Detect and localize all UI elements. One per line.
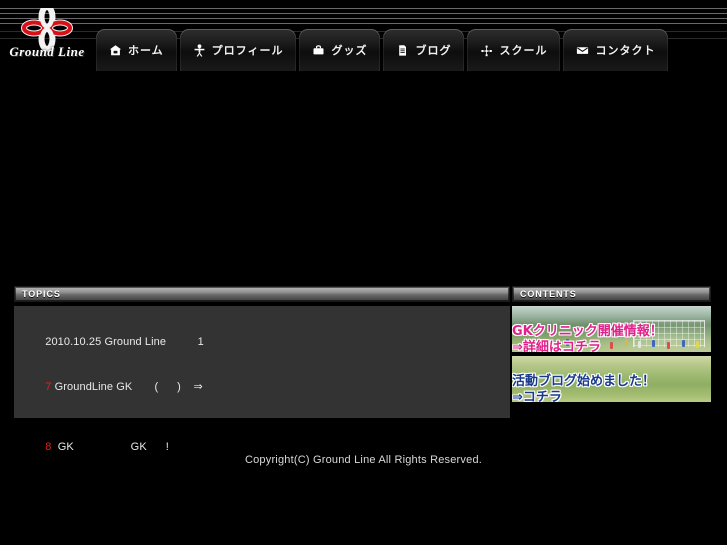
gk-clinic-banner-text: GKクリニック開催情報！ ⇒詳細はコチラ (512, 306, 711, 352)
main-stage-area (0, 76, 727, 280)
topics-title: TOPICS (22, 288, 61, 299)
bag-icon (312, 44, 325, 57)
site-logo-text: Ground Line (9, 44, 85, 59)
document-icon (396, 44, 409, 57)
nav-tab-school[interactable]: スクール (467, 29, 561, 71)
contents-panel: CONTENTS GKクリニック開催情報！ ⇒詳細はコチラ 活動ブログ始めました… (512, 286, 711, 402)
house-icon (109, 44, 122, 57)
banner-line-2: ⇒詳細はコチラ (512, 340, 601, 352)
site-logo[interactable]: Ground Line (4, 8, 90, 66)
nav-tab-contact[interactable]: コンタクト (563, 29, 669, 71)
banner-line-1: GKクリニック開催情報！ (512, 324, 663, 339)
topics-list-item[interactable]: 7 GroundLine GK ( ) ⇒ (20, 365, 510, 410)
topic-text: 2010.10.25 Ground Line 1 (45, 336, 204, 348)
nav-tab-label: ブログ (415, 43, 452, 57)
topics-panel: TOPICS 2010.10.25 Ground Line 1 7 Ground… (14, 286, 510, 453)
main-navigation: ホーム プロフィール グッズ ブログ スクール コンタクト (96, 29, 671, 71)
topics-header: TOPICS (14, 286, 510, 302)
nav-tab-label: グッズ (331, 43, 368, 57)
topics-list-item: 2010.10.25 Ground Line 1 (20, 320, 510, 365)
topic-text: GroundLine GK ( ) ⇒ (51, 381, 203, 393)
nav-tab-label: スクール (499, 43, 548, 57)
contents-header: CONTENTS (512, 286, 711, 302)
gk-clinic-banner[interactable]: GKクリニック開催情報！ ⇒詳細はコチラ (512, 306, 711, 352)
site-header: Ground Line ホーム プロフィール グッズ ブログ スクール コンタク… (0, 0, 727, 76)
contents-title: CONTENTS (520, 288, 577, 299)
nav-tab-label: コンタクト (595, 43, 656, 57)
network-icon (480, 44, 493, 57)
blog-banner[interactable]: 活動ブログ始めました！ ⇒コチラ (512, 356, 711, 402)
site-footer: Copyright(C) Ground Line All Rights Rese… (0, 450, 727, 468)
envelope-icon (576, 44, 589, 57)
nav-tab-home[interactable]: ホーム (96, 29, 177, 71)
copyright-text: Copyright(C) Ground Line All Rights Rese… (244, 454, 483, 466)
banner-line-1: 活動ブログ始めました！ (512, 374, 656, 389)
topics-list-spacer (20, 410, 510, 425)
blog-banner-text: 活動ブログ始めました！ ⇒コチラ (512, 356, 711, 402)
nav-tab-goods[interactable]: グッズ (299, 29, 381, 71)
content-row: TOPICS 2010.10.25 Ground Line 1 7 Ground… (0, 286, 727, 453)
topics-body: 2010.10.25 Ground Line 1 7 GroundLine GK… (14, 306, 510, 453)
nav-tab-blog[interactable]: ブログ (383, 29, 465, 71)
nav-tab-profile[interactable]: プロフィール (179, 29, 297, 71)
header-stripe-decoration (0, 6, 727, 28)
nav-tab-label: ホーム (128, 43, 164, 57)
person-icon (193, 43, 206, 57)
nav-tab-label: プロフィール (211, 43, 284, 57)
banner-line-2: ⇒コチラ (512, 390, 562, 402)
